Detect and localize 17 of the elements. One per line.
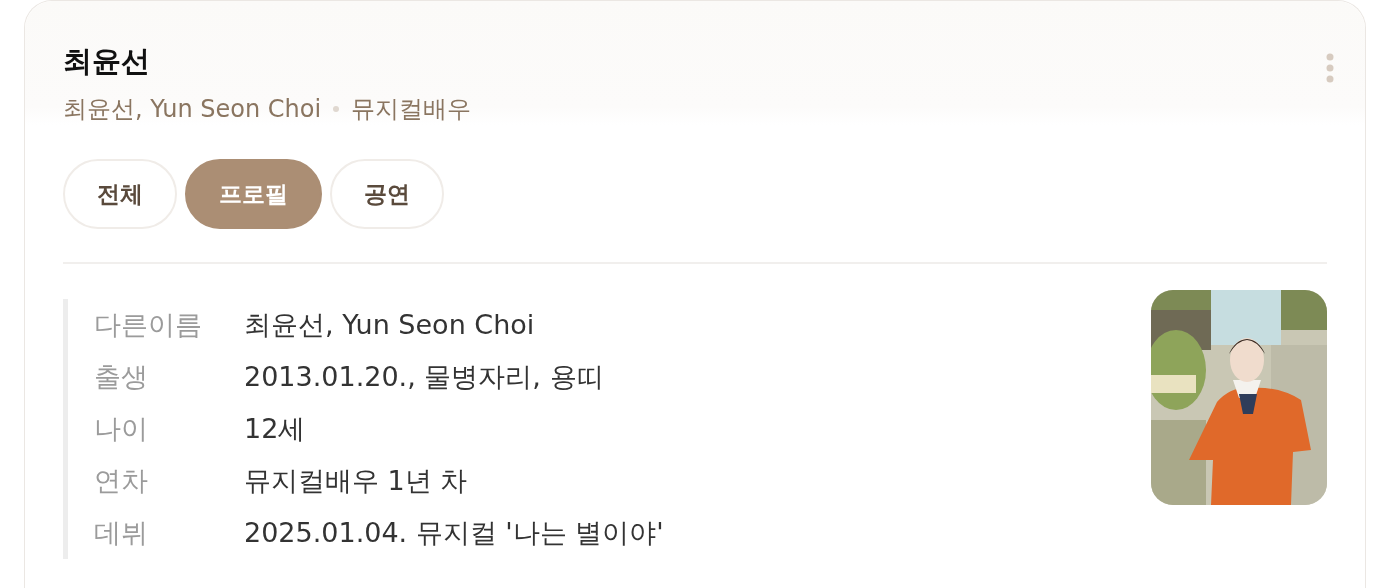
occupation-text: 뮤지컬배우 [351, 94, 472, 125]
field-label: 데뷔 [94, 516, 149, 550]
person-name: 최윤선 [63, 43, 151, 80]
alias-text: 최윤선, Yun Seon Choi [63, 94, 322, 125]
tab[interactable]: 전체 [63, 159, 177, 229]
field-label: 출생 [94, 360, 149, 394]
field-value: 12세 [244, 412, 307, 446]
separator-dot-icon [333, 106, 340, 112]
field-label: 연차 [94, 464, 149, 498]
field-value: 2025.01.04. 뮤지컬 '나는 별이야' [244, 516, 664, 550]
field-label: 나이 [94, 412, 149, 446]
more-options-icon[interactable] [1325, 53, 1335, 83]
field-value: 2013.01.20., 물병자리, 용띠 [244, 360, 605, 394]
field-value: 최윤선, Yun Seon Choi [244, 308, 536, 342]
field-value: 뮤지컬배우 1년 차 [244, 464, 469, 498]
field-label: 다른이름 [94, 308, 203, 342]
tab[interactable]: 공연 [330, 159, 444, 229]
